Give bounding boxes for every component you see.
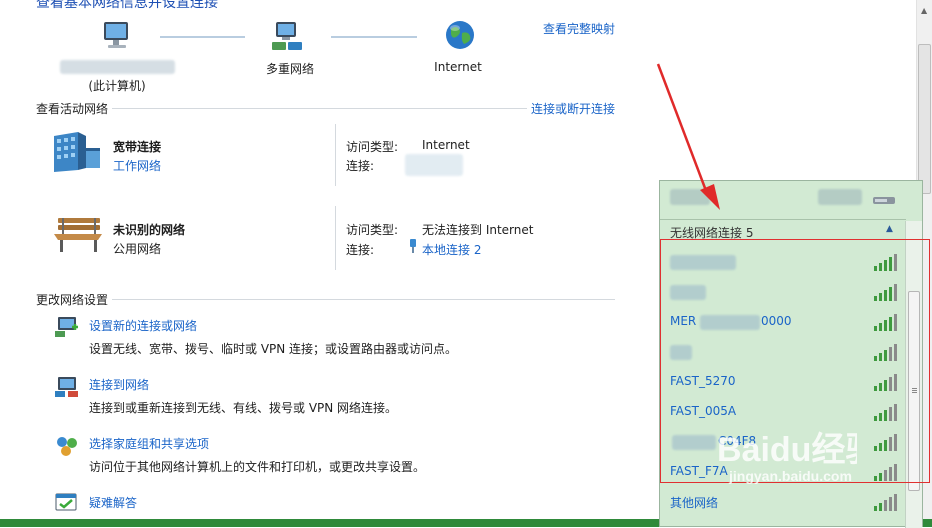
homegroup-icon [54,434,80,458]
computer-label: (此计算机) [88,79,146,93]
task-description: 设置无线、宽带、拨号、临时或 VPN 连接；或设置路由器或访问点。 [89,342,458,356]
network-type-link[interactable]: 工作网络 [113,157,161,174]
connection-key: 连接: [346,243,375,257]
connection-value-redacted [405,154,463,176]
scroll-up-arrow-icon[interactable]: ▲ [921,6,927,15]
task-description: 访问位于其他网络计算机上的文件和打印机，或更改共享设置。 [89,460,426,474]
map-link-line [160,36,245,38]
access-type-key: 访问类型: [346,140,399,154]
network-name: 宽带连接 [113,140,162,154]
column-divider [335,206,336,270]
svg-text:Baidu经验: Baidu经验 [717,430,857,469]
view-full-map-link[interactable]: 查看完整映射 [543,20,615,37]
connect-to-network-link[interactable]: 连接到网络 [89,376,149,393]
wifi-signal-icon [874,493,897,511]
baidu-watermark-logo: Baidu经验 jingyan.baidu.com [717,425,879,488]
setup-new-connection-link[interactable]: 设置新的连接或网络 [89,317,197,334]
computer-name-redacted [60,60,175,74]
internet-globe-icon [444,19,476,51]
connect-disconnect-link[interactable]: 连接或断开连接 [531,100,615,117]
section-divider [112,108,527,109]
new-connection-icon [54,315,80,339]
homegroup-sharing-link[interactable]: 选择家庭组和共享选项 [89,435,209,452]
troubleshoot-link[interactable]: 疑难解答 [89,494,137,511]
task-description: 连接到或重新连接到无线、有线、拨号或 VPN 网络连接。 [89,401,398,415]
network-type: 公用网络 [113,242,162,256]
park-bench-icon [52,214,106,254]
page-title: 查看基本网络信息并设置连接 [36,0,218,11]
change-settings-title: 更改网络设置 [36,293,109,307]
annotation-arrow-icon [650,60,730,223]
connect-network-icon [54,375,80,399]
troubleshoot-icon [54,492,80,514]
ethernet-plug-icon [407,238,419,254]
main-scroll-thumb[interactable] [918,44,931,194]
network-name: 未识别的网络 [113,223,186,237]
access-type-value: Internet [422,138,470,152]
wifi-network-item[interactable]: 其他网络 [670,490,897,516]
svg-text:jingyan.baidu.com: jingyan.baidu.com [728,468,852,484]
active-networks-title: 查看活动网络 [36,102,109,116]
connection-key: 连接: [346,159,375,173]
internet-label: Internet [434,60,482,74]
computer-icon [100,20,134,52]
access-type-key: 访问类型: [346,223,399,237]
current-connection-status-redacted [818,189,862,205]
access-type-value: 无法连接到 Internet [422,223,534,237]
multiple-networks-icon [270,20,308,54]
column-divider [335,124,336,186]
map-link-line [331,36,417,38]
multiple-networks-label: 多重网络 [265,62,314,76]
wifi-ssid: 其他网络 [670,496,719,510]
broadband-building-icon [52,130,102,174]
collapse-chevron-icon[interactable]: ▲ [886,224,893,234]
section-divider [112,299,615,300]
local-connection-link[interactable]: 本地连接 2 [422,241,481,258]
network-adapter-icon [872,194,896,206]
